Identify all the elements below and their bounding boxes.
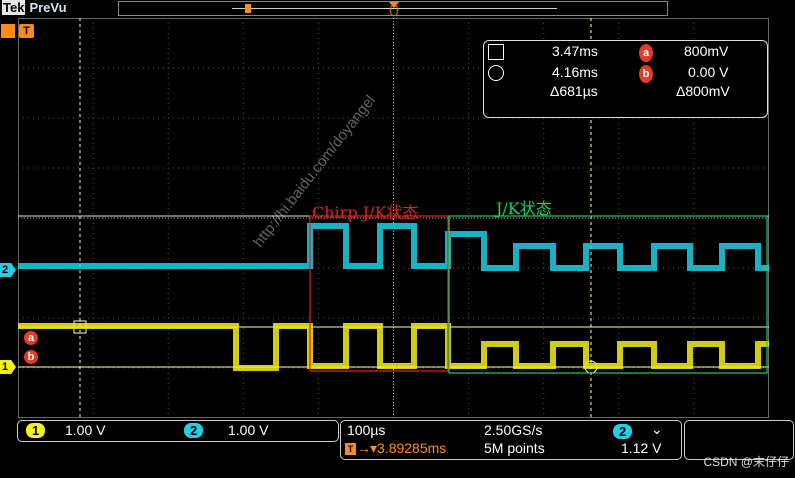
trigger-level: 1.12 V <box>621 440 662 456</box>
ch1-waveform <box>18 323 769 371</box>
trigger-level-marker[interactable] <box>1 24 15 38</box>
left-marker-strip <box>1 24 15 38</box>
brand-logo: Tek PreVu <box>0 0 67 16</box>
top-bar: Tek PreVu { } <box>0 0 795 16</box>
ch1-scale: 1.00 V <box>65 422 106 438</box>
acquisition-panel[interactable]: 100µs 2.50GS/s T → ▾3.89285ms 5M points … <box>340 420 682 460</box>
cursor1-time: 3.47ms <box>552 43 598 59</box>
timebase: 100µs <box>347 422 386 438</box>
cursor-b-badge: b <box>639 65 653 83</box>
jk-annotation-label: J/K状态 <box>496 199 552 218</box>
cursor2-circle-icon <box>488 65 504 81</box>
overview-graphic: { } <box>232 2 557 15</box>
trigger-slope-icon: ⌄ <box>651 421 663 437</box>
trigger-arrow-icon: → <box>357 440 371 456</box>
record-length: 5M points <box>484 440 545 456</box>
cursor1-square-icon <box>488 44 504 60</box>
ch2-number: 2 <box>184 423 204 438</box>
csdn-watermark: CSDN @末仔仔 <box>703 455 789 469</box>
sample-rate: 2.50GS/s <box>484 422 543 438</box>
cursor-a-marker[interactable]: a <box>24 331 38 345</box>
cursor-readout-panel[interactable]: 3.47ms 4.16ms Δ681µs a b 800mV 0.00 V Δ8… <box>483 40 768 118</box>
record-overview-bar[interactable]: { } <box>118 1 668 16</box>
cursor-a-badge: a <box>639 44 653 62</box>
delta-time: Δ681µs <box>550 83 598 99</box>
cursor2-time: 4.16ms <box>552 64 598 80</box>
trigger-position-icon: T <box>345 443 356 455</box>
delta-value: Δ800mV <box>676 83 730 99</box>
trigger-position: ▾3.89285ms <box>370 440 447 456</box>
trigger-marker[interactable]: T <box>19 24 34 38</box>
trigger-source: 2 <box>613 424 633 439</box>
channel-scale-panel[interactable]: 1 1.00 V 2 1.00 V <box>17 420 339 442</box>
cursor-b-value: 0.00 V <box>688 64 729 80</box>
brand-text: Tek <box>2 0 26 15</box>
ch1-number: 1 <box>26 423 46 438</box>
chirp-annotation-label: Chirp J/K状态 <box>312 203 419 222</box>
ch2-scale: 1.00 V <box>228 422 269 438</box>
preview-mode-label: PreVu <box>29 0 67 15</box>
cursor-b-marker[interactable]: b <box>24 350 38 364</box>
cursor-a-value: 800mV <box>684 43 729 59</box>
